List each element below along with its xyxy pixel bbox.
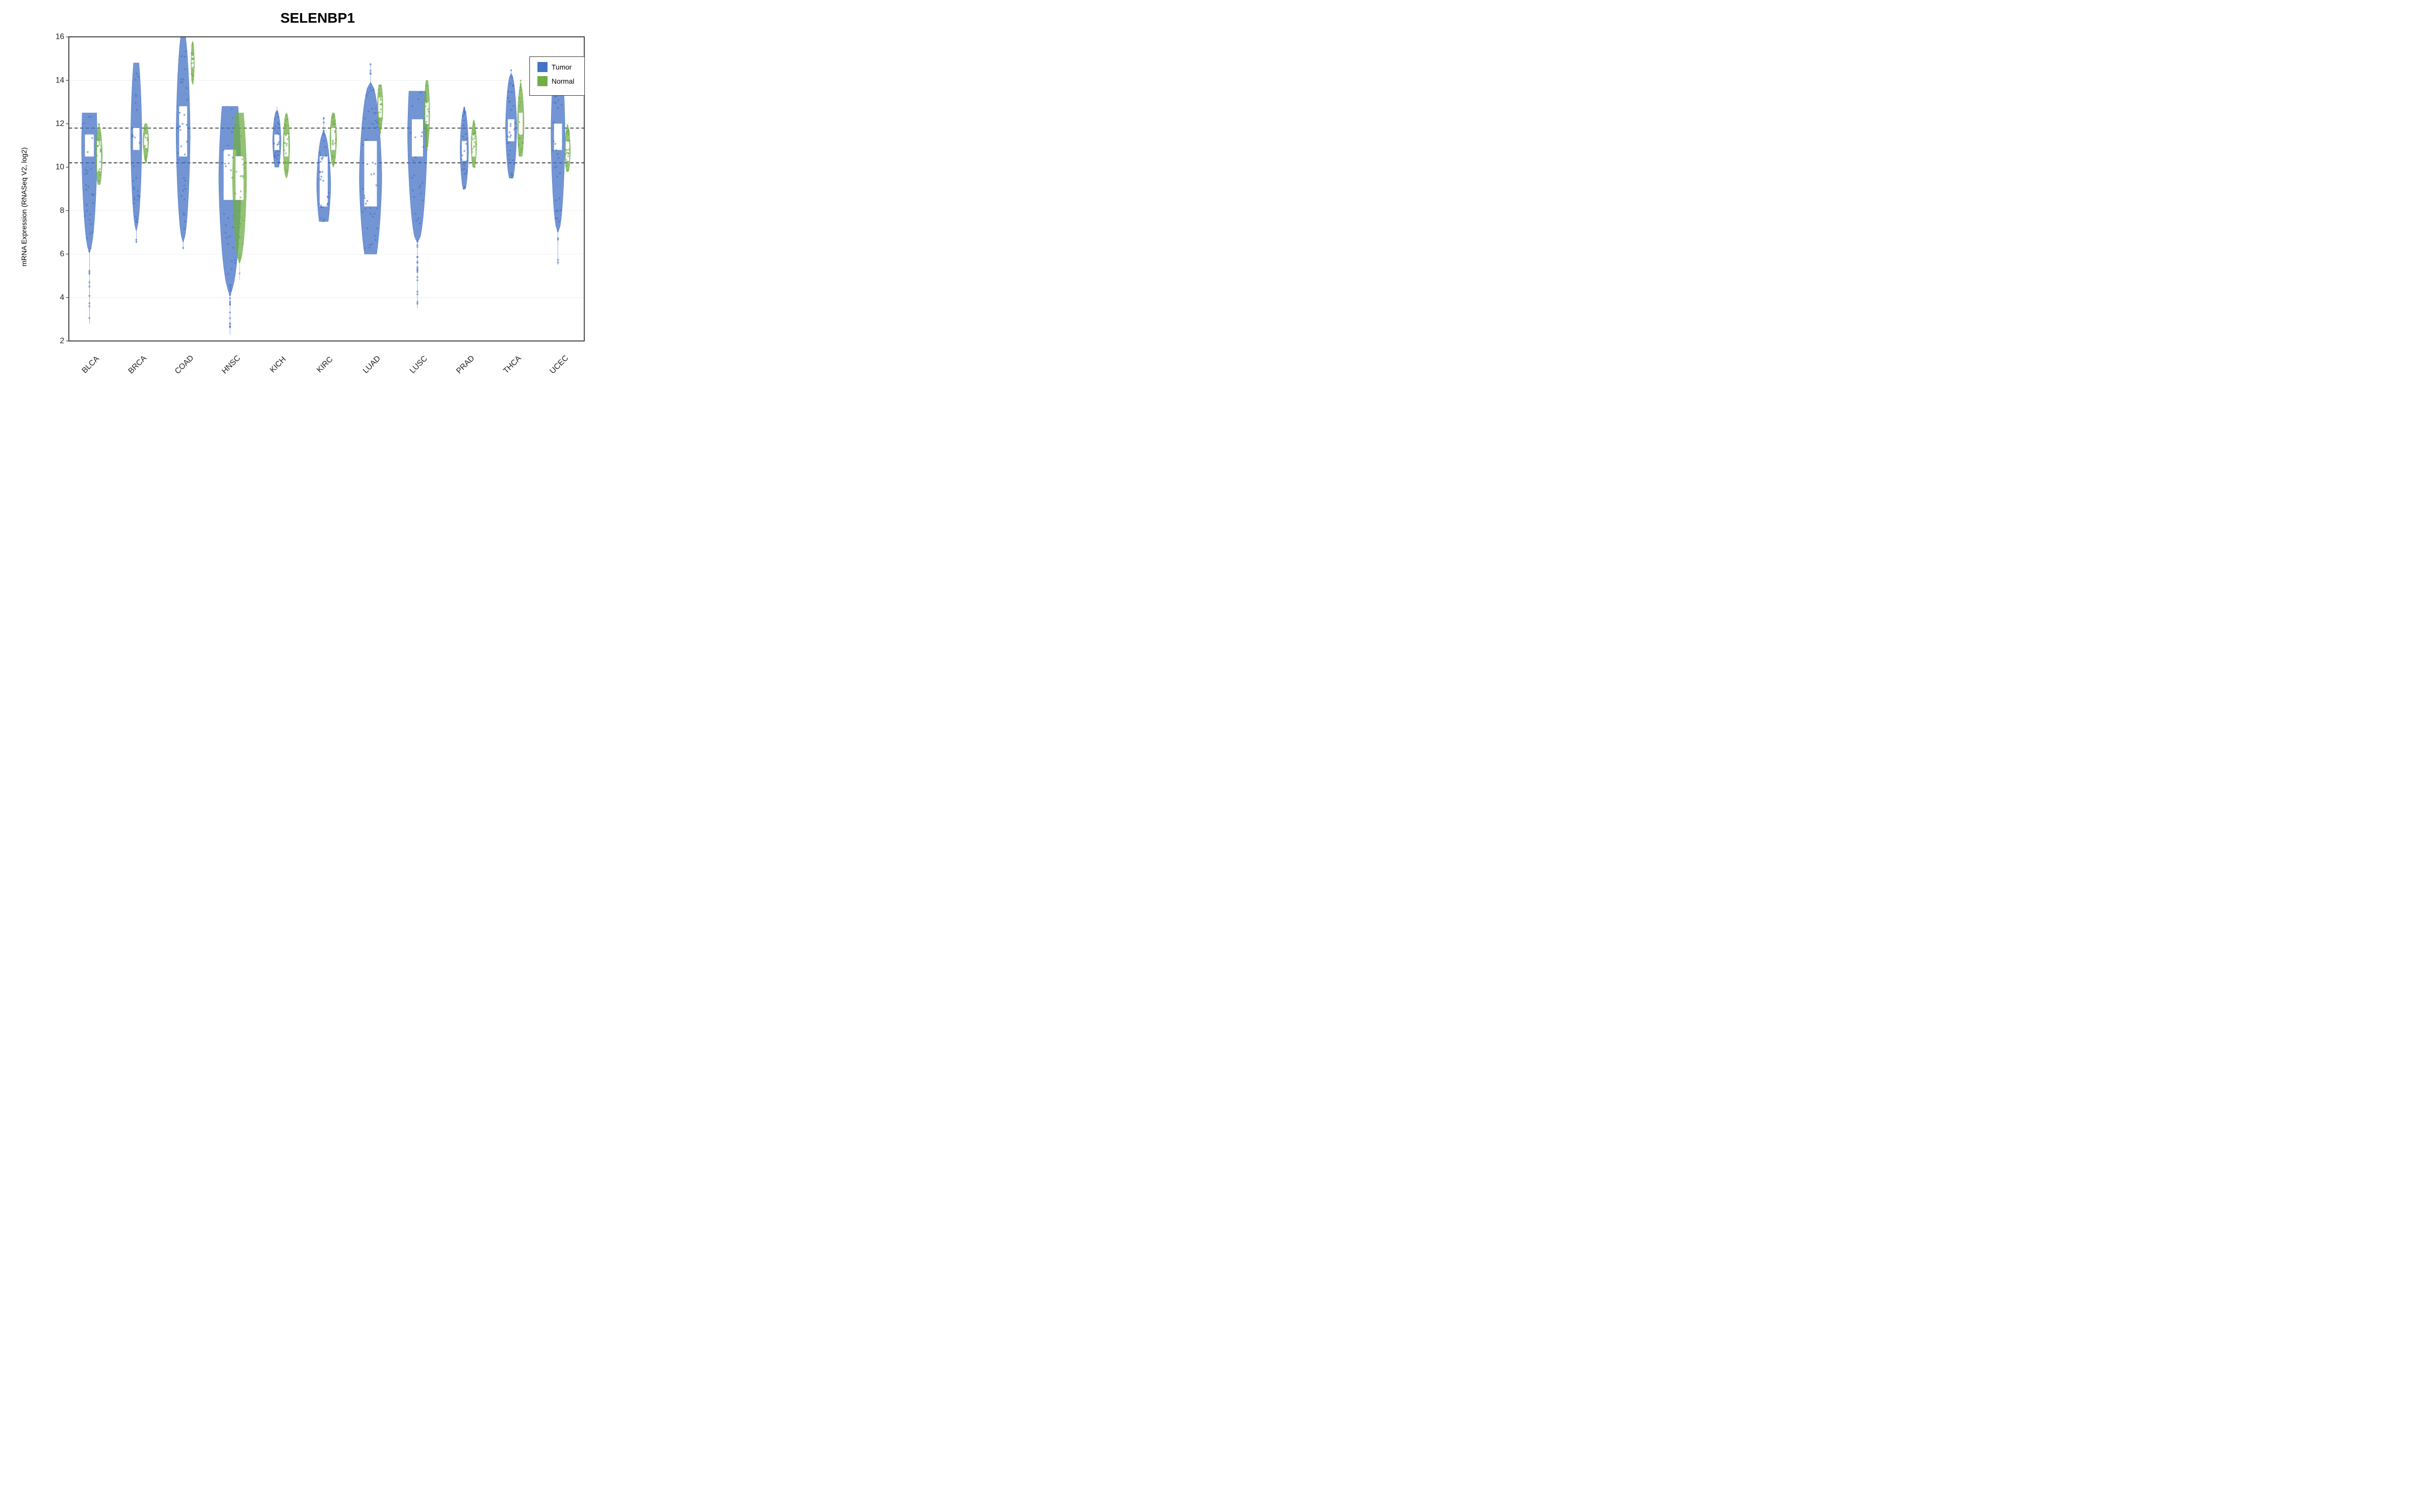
chart-inner: 2 4 6 8 10 12 14 16 BLCA BRCA COAD HNSC KICH KIRC LUAD… [38, 31, 590, 383]
svg-text:BRCA: BRCA [127, 354, 148, 375]
legend-label-tumor: Tumor [552, 63, 572, 71]
svg-text:10: 10 [55, 163, 65, 171]
svg-text:6: 6 [60, 250, 65, 259]
legend-box: Tumor Normal [529, 56, 585, 96]
svg-text:COAD: COAD [173, 354, 196, 376]
legend-item-normal: Normal [537, 76, 577, 86]
svg-text:8: 8 [60, 206, 65, 215]
violin-chart: 2 4 6 8 10 12 14 16 BLCA BRCA COAD HNSC KICH KIRC LUAD… [38, 31, 590, 381]
legend-label-normal: Normal [552, 77, 574, 85]
svg-text:2: 2 [60, 337, 65, 345]
svg-text:16: 16 [55, 33, 64, 41]
svg-text:KICH: KICH [268, 355, 287, 374]
svg-text:BLCA: BLCA [80, 354, 101, 375]
chart-area: mRNA Expression (RNASeq V2, log2) 2 4 6 8 10… [10, 31, 595, 383]
legend-item-tumor: Tumor [537, 62, 577, 72]
legend-color-normal [537, 76, 548, 86]
svg-text:KIRC: KIRC [315, 355, 334, 374]
y-axis-label: mRNA Expression (RNASeq V2, log2) [10, 31, 38, 383]
svg-text:LUAD: LUAD [361, 354, 382, 375]
legend-color-tumor [537, 62, 548, 72]
svg-text:UCEC: UCEC [548, 354, 570, 375]
svg-text:4: 4 [60, 293, 65, 302]
svg-text:PRAD: PRAD [455, 354, 476, 375]
svg-text:14: 14 [55, 76, 65, 85]
chart-container: SELENBP1 mRNA Expression (RNASeq V2, log… [0, 0, 605, 378]
svg-text:LUSC: LUSC [408, 354, 429, 375]
svg-text:12: 12 [55, 119, 64, 128]
svg-text:THCA: THCA [502, 354, 523, 375]
chart-title: SELENBP1 [40, 10, 595, 26]
svg-text:HNSC: HNSC [220, 354, 242, 375]
